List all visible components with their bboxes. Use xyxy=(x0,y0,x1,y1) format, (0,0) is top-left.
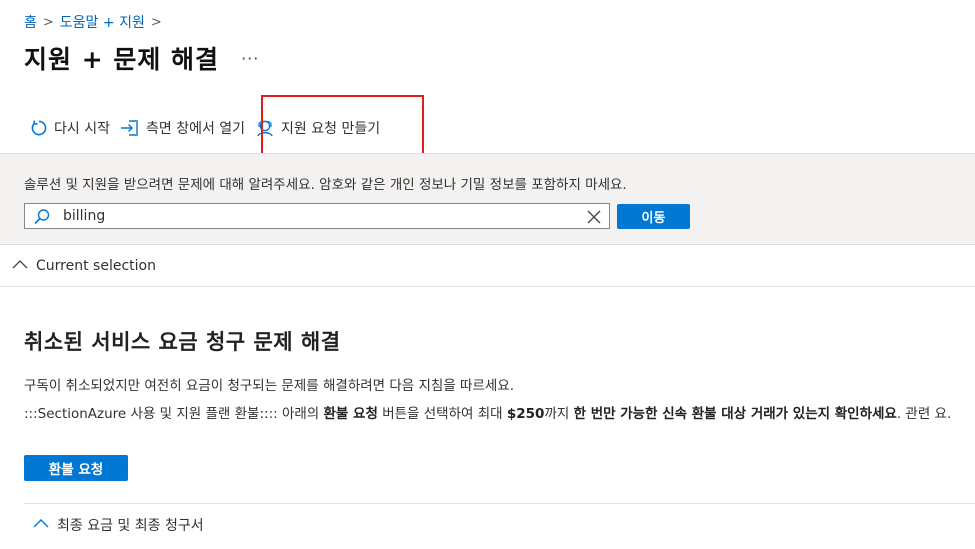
chevron-up-icon xyxy=(33,517,57,533)
search-value: billing xyxy=(63,208,106,224)
open-side-pane-label: 측면 창에서 열기 xyxy=(145,121,246,137)
section-bold-check: 한 번만 가능한 신속 환불 대상 거래가 있는지 확인하세요 xyxy=(573,406,897,422)
section-text: :::SectionAzure 사용 및 지원 플랜 환불:::: 아래의 환불… xyxy=(24,405,975,424)
section-bold-amount: $250 xyxy=(506,406,545,422)
solution-description: 구독이 취소되었지만 여전히 요금이 청구되는 문제를 해결하려면 다음 지침을… xyxy=(24,378,515,394)
more-options-button[interactable]: ··· xyxy=(241,49,259,68)
search-panel: 솔루션 및 지원을 받으려면 문제에 대해 알려주세요. 암호와 같은 개인 정… xyxy=(0,153,975,245)
go-button[interactable]: 이동 xyxy=(617,204,690,229)
section-text-part: :::SectionAzure 사용 및 지원 플랜 환불:::: 아래의 xyxy=(24,406,324,422)
current-selection-label: Current selection xyxy=(36,257,156,274)
page-title: 지원 + 문제 해결 xyxy=(24,45,220,74)
breadcrumb-separator: > xyxy=(42,14,54,30)
restart-button[interactable]: 다시 시작 xyxy=(30,118,110,138)
restart-icon xyxy=(30,119,48,137)
annotation-highlight-box xyxy=(261,95,424,158)
section-text-part: 버튼을 선택하여 최대 xyxy=(377,406,507,422)
current-selection-toggle[interactable]: Current selection xyxy=(0,245,975,287)
search-input[interactable]: billing xyxy=(24,203,610,229)
divider xyxy=(24,503,975,504)
search-hint: 솔루션 및 지원을 받으려면 문제에 대해 알려주세요. 암호와 같은 개인 정… xyxy=(24,177,627,193)
section-text-part: . 관련 요. xyxy=(896,406,952,422)
search-icon xyxy=(33,208,51,230)
open-side-pane-button[interactable]: 측면 창에서 열기 xyxy=(120,118,245,138)
restart-label: 다시 시작 xyxy=(54,121,110,137)
section-text-part: 까지 xyxy=(544,406,574,422)
open-side-pane-icon xyxy=(120,119,140,137)
breadcrumb-help-support[interactable]: 도움말 + 지원 xyxy=(60,12,145,32)
close-icon[interactable] xyxy=(585,208,603,230)
refund-request-button[interactable]: 환불 요청 xyxy=(24,455,128,481)
section-bold-refund: 환불 요청 xyxy=(323,406,378,422)
breadcrumb-separator: > xyxy=(150,14,162,30)
breadcrumb-home[interactable]: 홈 xyxy=(24,12,37,32)
final-bill-label: 최종 요금 및 최종 청구서 xyxy=(57,518,204,534)
breadcrumb: 홈 > 도움말 + 지원 > xyxy=(24,12,162,32)
final-bill-toggle[interactable]: 최종 요금 및 최종 청구서 xyxy=(33,515,204,535)
solution-title: 취소된 서비스 요금 청구 문제 해결 xyxy=(24,330,341,354)
title-row: 지원 + 문제 해결 ··· xyxy=(24,40,259,76)
chevron-up-icon xyxy=(12,258,36,274)
